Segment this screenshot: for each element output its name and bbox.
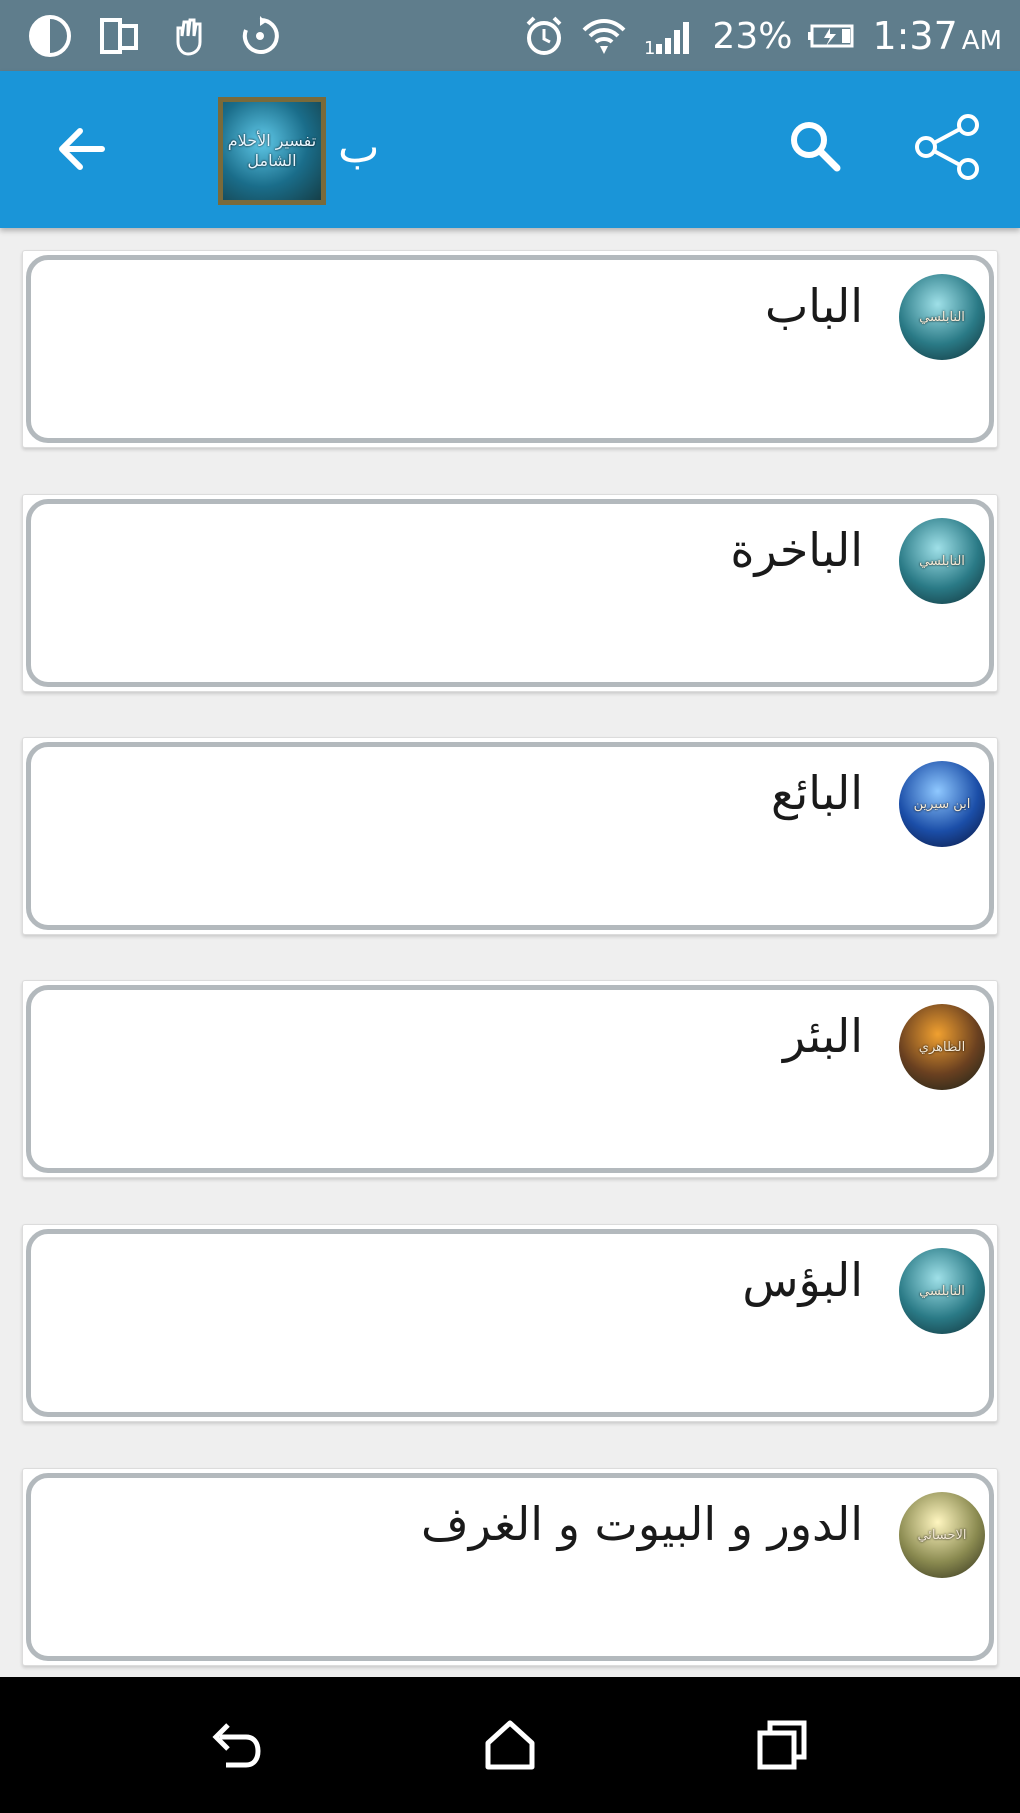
back-button[interactable] [40,107,124,191]
clock: 1:37 AM [872,14,1002,58]
avatar-label: الاحسائي [917,1527,967,1543]
app-logo-text: تفسير الأحلام الشامل [227,131,317,170]
list-item[interactable]: الدور و البيوت و الغرف الاحسائي [22,1468,998,1666]
item-avatar: النابلسي [899,274,985,360]
item-title: الباب [765,279,863,333]
navigation-bar [0,1677,1020,1813]
nav-home-icon [485,1720,535,1770]
item-title: الدور و البيوت و الغرف [421,1497,863,1551]
item-list[interactable]: الباب النابلسي الباخرة النابلسي البائع ا… [0,228,1020,1677]
avatar-label: النابلسي [919,553,965,569]
nav-recents-icon [757,1720,807,1770]
clock-ampm: AM [961,26,1002,56]
item-avatar: النابلسي [899,518,985,604]
status-right: 1 23% 1:37 AM [522,8,1002,64]
status-bar: 1 23% 1:37 AM [0,0,1020,71]
alarm-icon [522,12,566,60]
svg-text:1: 1 [644,38,655,58]
signal-icon: 1 [642,12,698,60]
search-icon [791,122,841,172]
arrow-back-icon [59,128,105,170]
nav-back-button[interactable] [196,1705,276,1785]
item-avatar: ابن سيرين [899,761,985,847]
theme-icon [26,12,74,60]
list-item[interactable]: الباب النابلسي [22,250,998,448]
search-button[interactable] [778,109,852,183]
nav-back-icon [212,1723,261,1768]
clock-time: 1:37 [872,14,958,58]
avatar-label: ابن سيرين [913,796,971,812]
app-bar: تفسير الأحلام الشامل ب [0,71,1020,228]
nav-recents-button[interactable] [742,1705,822,1785]
list-item[interactable]: الباخرة النابلسي [22,494,998,692]
item-avatar: النابلسي [899,1248,985,1334]
sync-icon [236,12,284,60]
battery-percent: 23% [712,15,793,57]
avatar-label: النابلسي [919,309,965,325]
item-title: البؤس [742,1253,863,1307]
share-icon [915,114,979,180]
page-title: ب [338,122,380,173]
list-item[interactable]: البئر الظاهري [22,980,998,1178]
dual-screen-icon [96,12,144,60]
wifi-icon [580,12,628,60]
battery-icon [806,12,858,60]
list-item[interactable]: البائع ابن سيرين [22,737,998,935]
hand-icon [166,12,214,60]
nav-home-button[interactable] [470,1705,550,1785]
item-title: الباخرة [730,523,863,577]
app-logo: تفسير الأحلام الشامل [218,97,326,205]
status-left-icons [26,12,284,60]
item-avatar: الظاهري [899,1004,985,1090]
item-avatar: الاحسائي [899,1492,985,1578]
list-item[interactable]: البؤس النابلسي [22,1224,998,1422]
avatar-label: النابلسي [919,1283,965,1299]
share-button[interactable] [906,105,990,189]
item-title: البئر [783,1009,863,1063]
item-title: البائع [771,766,863,820]
avatar-label: الظاهري [918,1039,966,1055]
